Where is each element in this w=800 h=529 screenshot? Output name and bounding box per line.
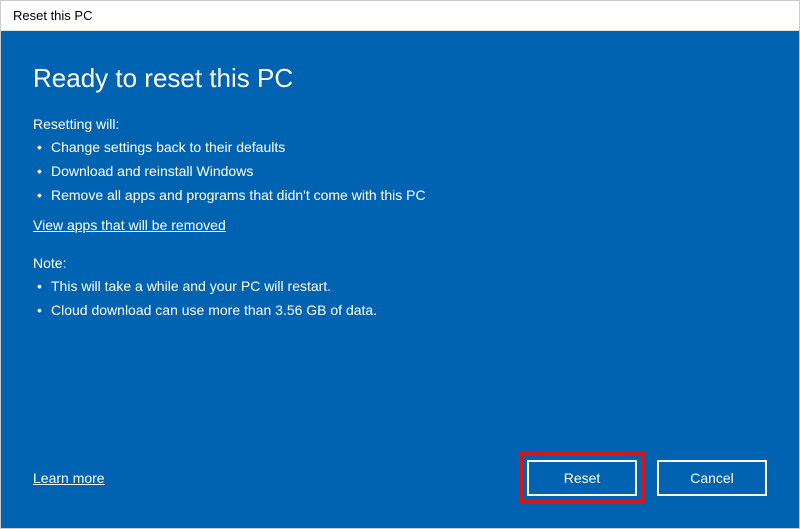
note-bullet: This will take a while and your PC will … — [33, 275, 767, 299]
note-label: Note: — [33, 255, 767, 271]
dialog-heading: Ready to reset this PC — [33, 63, 767, 94]
learn-more-link[interactable]: Learn more — [33, 470, 105, 486]
resetting-bullets: Change settings back to their defaults D… — [33, 136, 767, 207]
dialog-buttons: Reset Cancel — [519, 452, 767, 504]
view-apps-link[interactable]: View apps that will be removed — [33, 217, 767, 233]
window-titlebar: Reset this PC — [1, 1, 799, 31]
reset-button[interactable]: Reset — [527, 460, 637, 496]
cancel-button[interactable]: Cancel — [657, 460, 767, 496]
note-bullets: This will take a while and your PC will … — [33, 275, 767, 323]
resetting-bullet: Change settings back to their defaults — [33, 136, 767, 160]
note-bullet: Cloud download can use more than 3.56 GB… — [33, 299, 767, 323]
resetting-label: Resetting will: — [33, 116, 767, 132]
dialog-footer: Learn more Reset Cancel — [33, 452, 767, 504]
reset-highlight-box: Reset — [519, 452, 645, 504]
resetting-bullet: Download and reinstall Windows — [33, 160, 767, 184]
resetting-bullet: Remove all apps and programs that didn't… — [33, 184, 767, 208]
dialog-content: Ready to reset this PC Resetting will: C… — [1, 31, 799, 528]
window-title: Reset this PC — [13, 8, 92, 23]
